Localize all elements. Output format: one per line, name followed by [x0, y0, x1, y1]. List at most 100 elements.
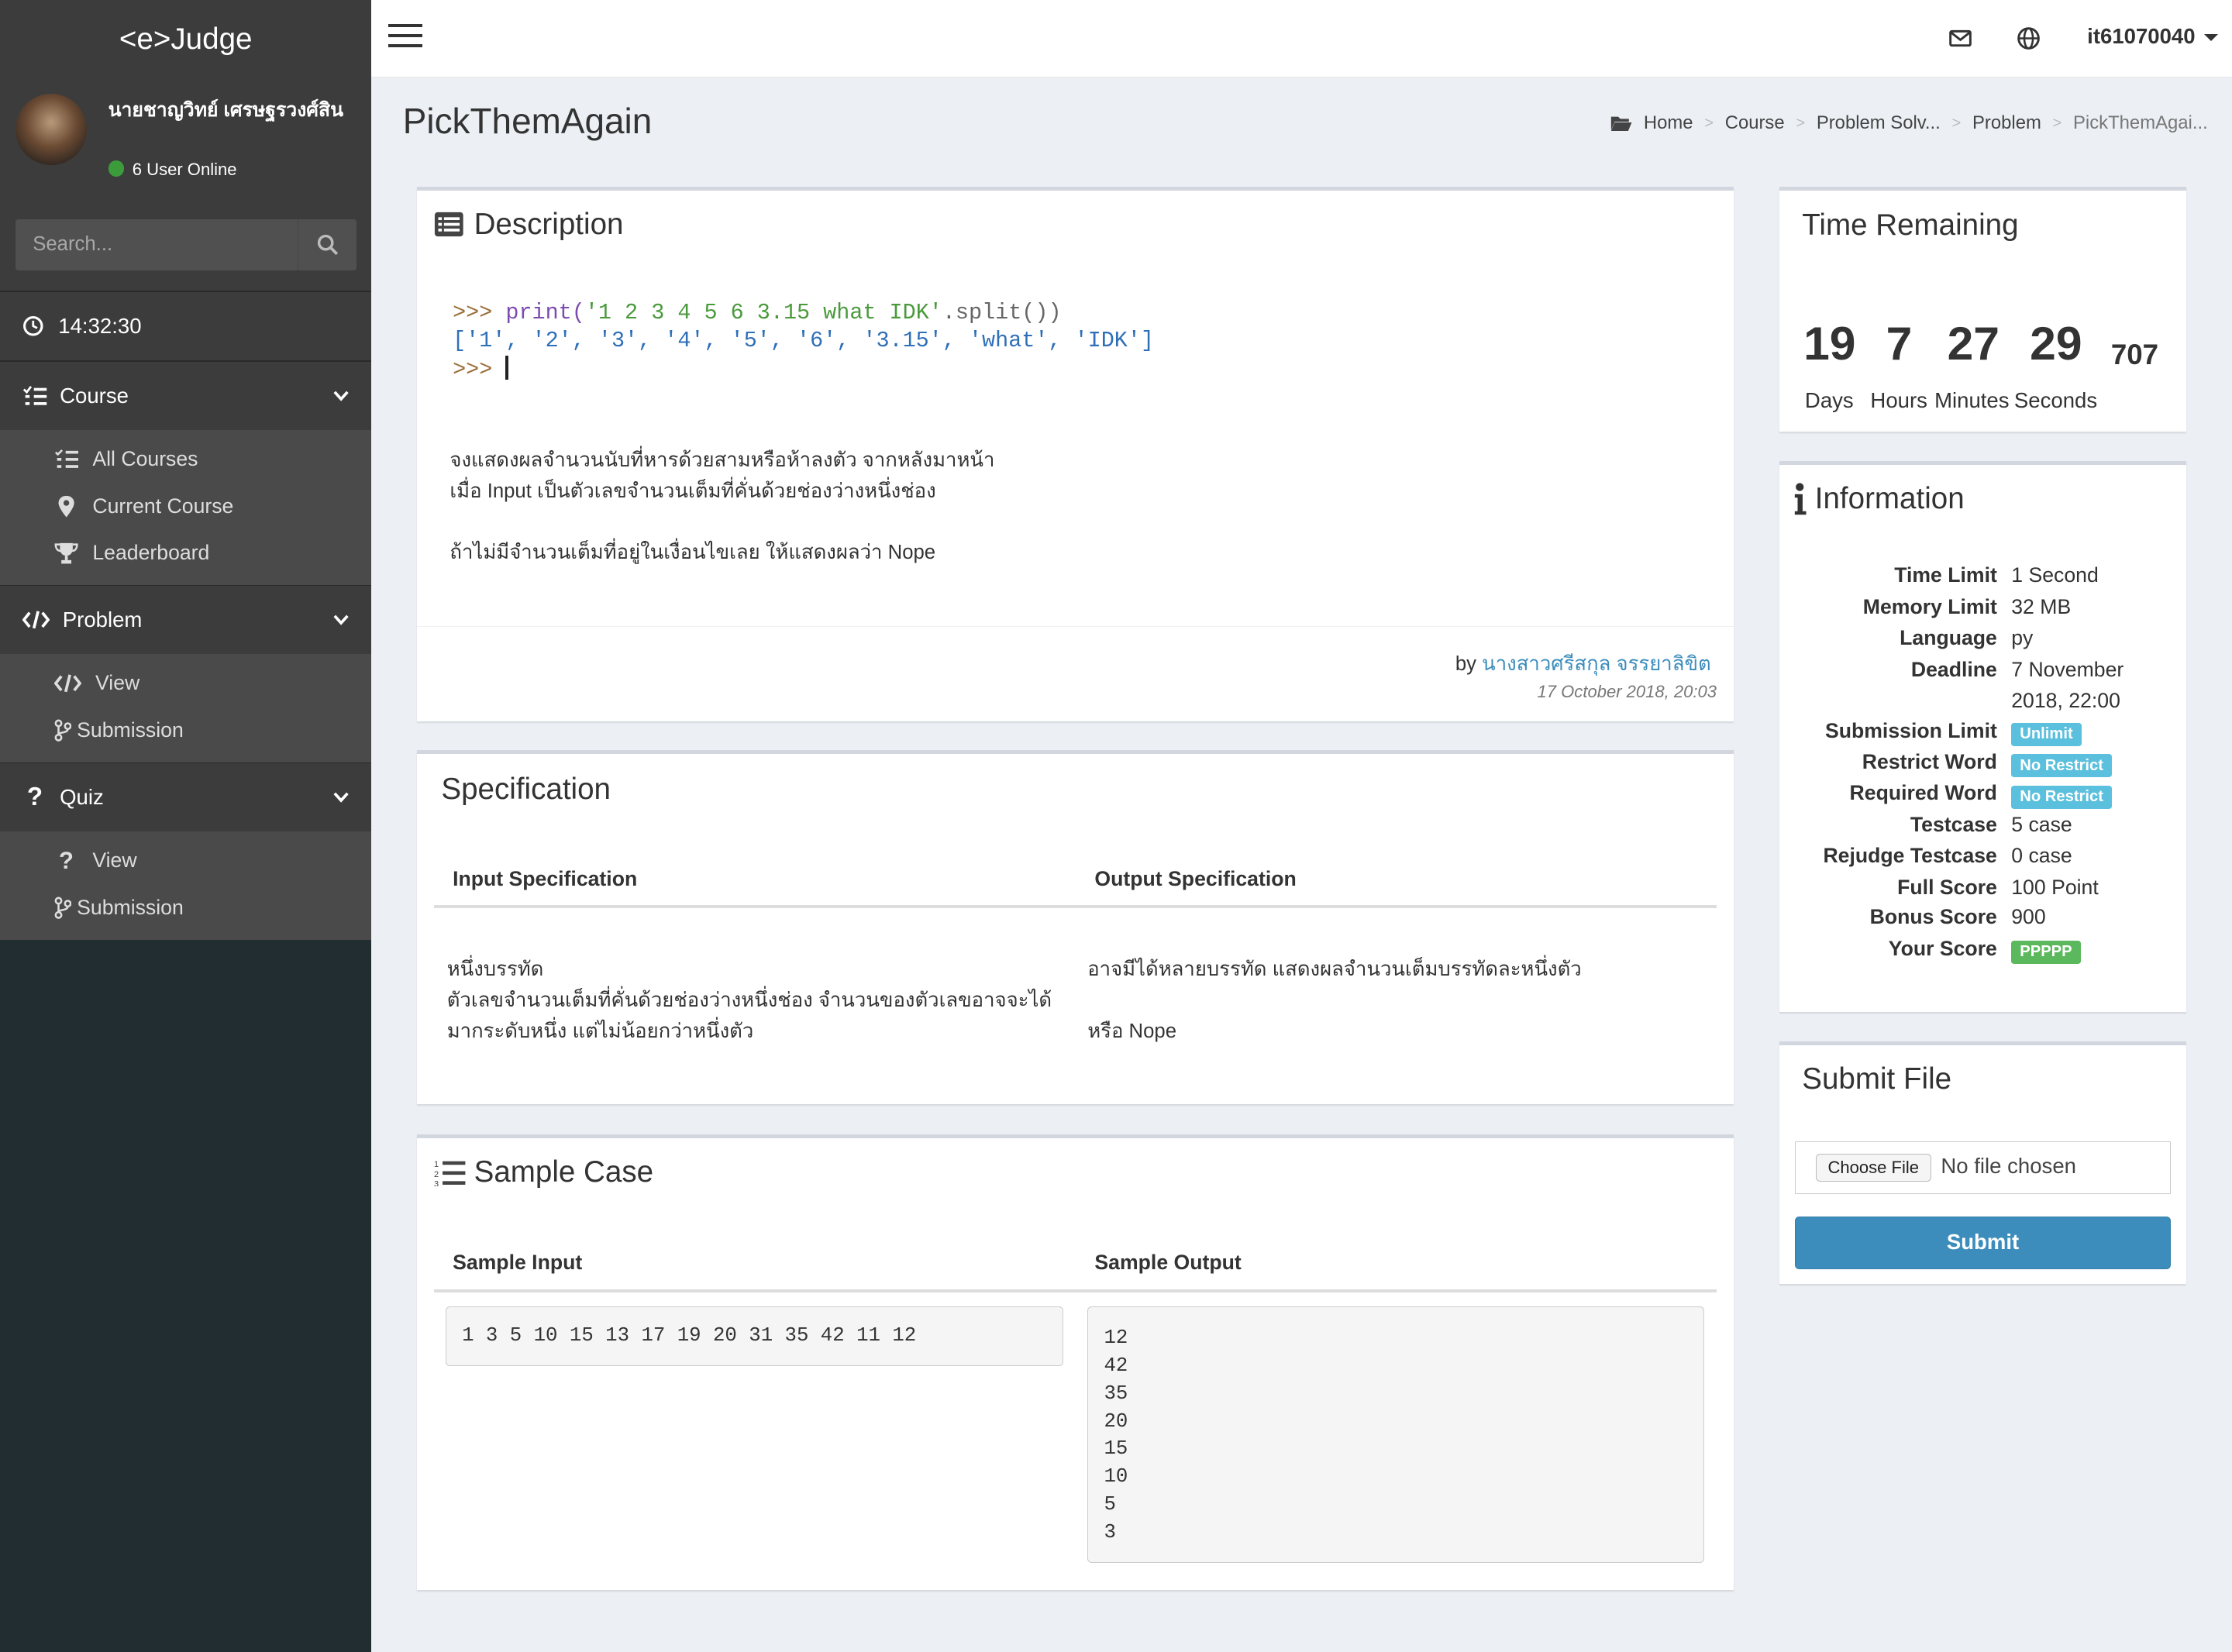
sidebar-item-label: View: [92, 848, 137, 872]
svg-text:1: 1: [434, 1160, 439, 1169]
sidebar-item-leaderboard[interactable]: Leaderboard: [0, 530, 371, 577]
info-key: Bonus Score: [1869, 905, 1997, 929]
info-key: Required Word: [1849, 781, 1997, 805]
code-func: print(: [505, 299, 585, 325]
folder-open-icon: [1610, 116, 1632, 132]
sidebar-item-current-course[interactable]: Current Course: [0, 483, 371, 530]
file-input[interactable]: Choose File No file chosen: [1795, 1141, 2171, 1194]
specification-title: Specification: [441, 772, 611, 806]
sample-output-line: 5: [1104, 1492, 1116, 1516]
list-alt-icon: [435, 212, 463, 237]
description-title: Description: [474, 207, 624, 241]
username: it61070040: [2087, 24, 2196, 49]
clock-icon: [23, 315, 43, 336]
sidebar-item-problem-submission[interactable]: Submission: [0, 707, 371, 754]
info-value: 5 case: [2011, 812, 2072, 836]
app-logo[interactable]: <e>Judge: [0, 0, 372, 77]
status-badge: Unlimit: [2011, 722, 2082, 747]
sample-output: 12 42 35 20 15 10 5 3: [1087, 1306, 1704, 1563]
breadcrumb-course[interactable]: Course: [1725, 112, 1785, 134]
sample-output-line: 35: [1104, 1382, 1128, 1405]
info-key: Submission Limit: [1824, 718, 1997, 742]
info-value: 7 November: [2011, 657, 2124, 681]
chevron-down-icon: [333, 792, 349, 803]
posted-date: 17 October 2018, 20:03: [1537, 681, 1717, 701]
sidebar-problem-label: Problem: [62, 607, 143, 632]
sidebar-quiz-toggle[interactable]: ? Quiz: [0, 762, 372, 832]
sidebar: <e>Judge นายชาญวิทย์ เศรษฐรวงศ์สิน 6 Use…: [0, 0, 372, 1652]
search-button[interactable]: [297, 219, 357, 270]
svg-text:3: 3: [434, 1179, 439, 1186]
info-value: 0 case: [2011, 844, 2072, 868]
svg-text:2: 2: [434, 1169, 439, 1179]
description-footer-divider: [417, 625, 1734, 628]
breadcrumb-problem-solving[interactable]: Problem Solv...: [1817, 112, 1941, 134]
problem-submenu: View Submission: [0, 654, 372, 762]
code-icon: [22, 611, 50, 629]
breadcrumb-separator: >: [1704, 114, 1714, 132]
code-prompt: >>>: [453, 299, 506, 325]
submit-file-title: Submit File: [1802, 1062, 1952, 1096]
sample-output-line: 12: [1104, 1327, 1128, 1350]
question-icon: ?: [58, 846, 74, 874]
status-badge: PPPPP: [2011, 940, 2081, 965]
sample-output-line: 20: [1104, 1409, 1128, 1433]
sidebar-course-toggle[interactable]: Course: [0, 360, 372, 430]
breadcrumb-separator: >: [1796, 114, 1806, 132]
breadcrumb-problem[interactable]: Problem: [1972, 112, 2041, 134]
countdown-minutes: 27: [1947, 316, 2000, 370]
info-icon: [1795, 483, 1807, 515]
code-fork-icon: [54, 897, 71, 919]
online-count: 6 User Online: [132, 159, 237, 179]
info-key: Full Score: [1897, 875, 1997, 899]
sidebar-item-label: All Courses: [92, 447, 198, 471]
info-key: Restrict Word: [1862, 749, 1997, 773]
countdown-hours: 7: [1886, 316, 1913, 370]
input-spec-header: Input Specification: [453, 866, 638, 890]
map-marker-icon: [58, 495, 74, 517]
text-cursor: [505, 356, 509, 380]
sidebar-item-problem-view[interactable]: View: [0, 660, 371, 707]
trophy-icon: [54, 542, 78, 564]
search-input[interactable]: [16, 219, 298, 270]
sample-input: 1 3 5 10 15 13 17 19 20 31 35 42 11 12: [445, 1306, 1063, 1367]
choose-file-button[interactable]: Choose File: [1815, 1153, 1931, 1182]
user-name: นายชาญวิทย์ เศรษฐรวงศ์สิน: [108, 99, 344, 121]
top-navbar: it61070040: [371, 0, 2232, 78]
globe-icon[interactable]: [2016, 26, 2041, 51]
by-label: by: [1455, 652, 1476, 675]
breadcrumb-home[interactable]: Home: [1644, 112, 1693, 134]
submit-button[interactable]: Submit: [1795, 1217, 2171, 1270]
breadcrumb-separator: >: [2052, 114, 2062, 132]
info-value: 900: [2011, 905, 2046, 929]
menu-toggle-icon[interactable]: [388, 24, 423, 51]
online-status: 6 User Online: [108, 160, 237, 180]
envelope-icon[interactable]: [1948, 26, 1973, 51]
page-title: PickThemAgain: [402, 100, 653, 141]
sidebar-problem-toggle[interactable]: Problem: [0, 585, 372, 655]
info-value: py: [2011, 626, 2034, 650]
author-link[interactable]: นางสาวศรีสกุล จรรยาลิขิต: [1482, 653, 1711, 675]
input-spec-line: มากระดับหนึ่ง แต่ไม่น้อยกว่าหนึ่งตัว: [446, 1020, 754, 1043]
output-spec-header: Output Specification: [1094, 866, 1297, 890]
clock: 14:32:30: [0, 291, 372, 361]
info-value: PPPPP: [2011, 938, 2081, 965]
info-value: 2018, 22:00: [2011, 688, 2120, 712]
sidebar-item-all-courses[interactable]: All Courses: [0, 435, 371, 483]
sample-output-line: 42: [1104, 1354, 1128, 1377]
sidebar-item-quiz-view[interactable]: ? View: [0, 837, 371, 884]
sidebar-item-quiz-submission[interactable]: Submission: [0, 884, 371, 931]
info-value: 32 MB: [2011, 594, 2072, 618]
breadcrumb: Home > Course > Problem Solv... > Proble…: [1610, 112, 2208, 134]
sample-input-header: Sample Input: [453, 1251, 583, 1275]
info-value: No Restrict: [2011, 752, 2112, 778]
breadcrumb-current: PickThemAgai...: [2073, 112, 2208, 134]
course-submenu: All Courses Current Course Leaderboard: [0, 429, 372, 586]
countdown-days: 19: [1803, 316, 1856, 370]
user-menu[interactable]: it61070040: [2087, 24, 2218, 49]
countdown-minutes-label: Minutes: [1934, 388, 2010, 413]
sample-title: Sample Case: [474, 1155, 654, 1189]
info-key: Memory Limit: [1862, 594, 1997, 618]
chevron-down-icon: [333, 614, 349, 625]
info-key: Your Score: [1888, 936, 1997, 960]
